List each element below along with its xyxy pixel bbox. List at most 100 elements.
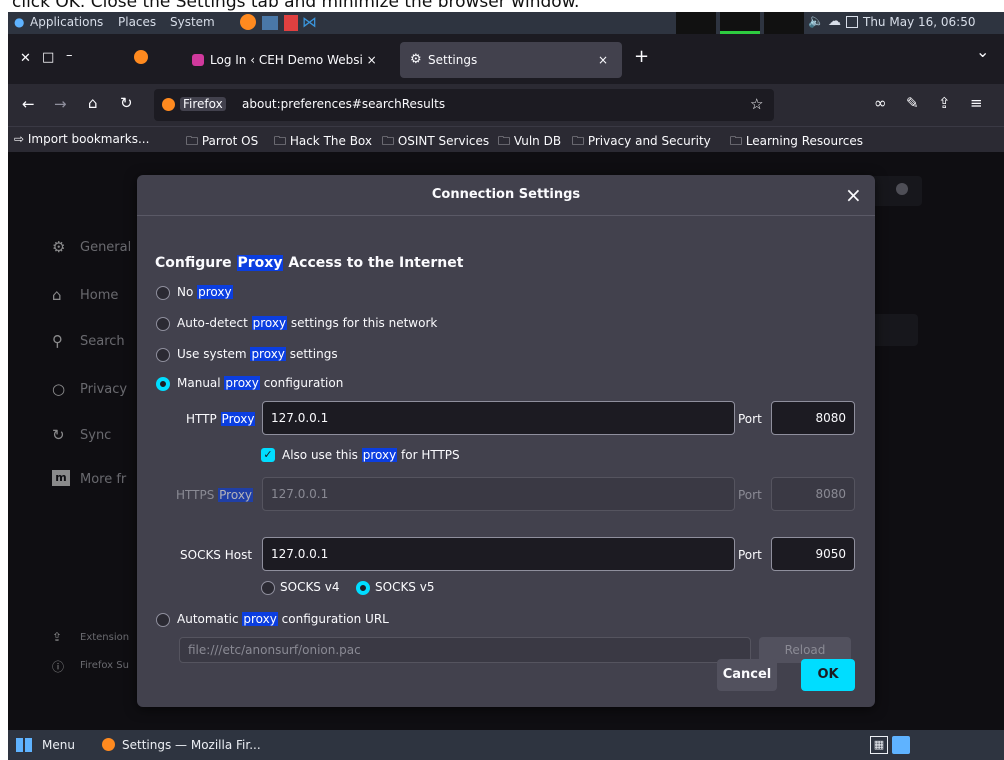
url-bar[interactable]: Firefox about:preferences#searchResults … [154,89,774,121]
firefox-view-icon[interactable] [134,50,148,64]
option-text: configuration [259,376,344,390]
option-highlight: proxy [224,376,260,390]
dialog-title: Connection Settings [431,187,581,202]
taskbar: Menu Settings — Mozilla Fir... ▦ [8,730,1004,760]
tab-bar: ✕ □ – Log In ‹ CEH Demo Websi × ⚙ Settin… [8,34,1004,84]
bookmark-star-icon[interactable]: ☆ [750,95,763,113]
instruction-text: click OK. Close the Settings tab and min… [12,0,580,12]
also-https-label: Also use this proxy for HTTPS [282,448,460,462]
firefox-launcher-icon[interactable] [240,14,256,30]
bookmark-osint[interactable]: 🗀 OSINT Services [382,132,489,153]
bookmark-label: Learning Resources [745,134,864,148]
bookmark-label: Hack The Box [289,134,373,148]
label-auto-detect: Auto-detect proxy settings for this netw… [177,316,437,330]
tab-login[interactable]: Log In ‹ CEH Demo Websi × [182,42,396,78]
taskbar-window-settings[interactable]: Settings — Mozilla Fir... [122,738,261,752]
option-highlight: proxy [250,347,286,361]
window-minimize-icon[interactable]: – [66,48,73,63]
option-text: Use system [177,347,251,361]
socks-host-input[interactable]: 127.0.0.1 [262,537,735,571]
cancel-button[interactable]: Cancel [717,659,777,691]
window-restore-icon[interactable]: □ [42,50,54,65]
volume-icon[interactable]: 🔈 [808,14,824,29]
label-manual-proxy: Manual proxy configuration [177,376,343,390]
tab-favicon-icon [192,54,204,66]
hamburger-menu-icon[interactable]: ≡ [970,94,983,112]
terminal-launcher-icon[interactable] [262,16,278,30]
menu-places[interactable]: Places [118,15,156,29]
tab-label: Log In ‹ CEH Demo Websi × [210,53,377,67]
display-icon[interactable] [846,16,858,28]
network-icon[interactable]: ☁ [828,14,841,29]
keyboard-layout-icon[interactable]: ▦ [870,736,888,754]
radio-no-proxy[interactable] [156,286,170,300]
vscode-launcher-icon[interactable]: ⋈ [302,13,317,31]
dialog-close-icon[interactable]: × [845,183,862,207]
label-highlight: Proxy [220,412,256,426]
menu-system[interactable]: System [170,15,215,29]
http-proxy-label: HTTP Proxy [186,412,256,426]
list-all-tabs-button[interactable]: ⌄ [976,42,989,61]
heading-text: Configure [155,255,237,271]
clock[interactable]: Thu May 16, 06:50 [863,15,975,29]
bookmark-label: Privacy and Security [587,134,711,148]
label-highlight: proxy [361,448,398,462]
radio-auto-config-url[interactable] [156,613,170,627]
bookmark-learning[interactable]: 🗀 Learning Resources [730,132,863,153]
label-text: for HTTPS [397,448,460,462]
option-highlight: proxy [197,285,233,299]
socks-port-input[interactable]: 9050 [771,537,855,571]
workspace-3[interactable] [764,12,804,34]
taskbar-menu-button[interactable]: Menu [42,738,75,752]
update-notifier-icon[interactable] [892,736,910,754]
forward-arrow-icon[interactable]: → [54,95,67,113]
bookmark-label: Vuln DB [513,134,562,148]
socks-host-label: SOCKS Host [180,548,253,562]
menu-applications[interactable]: Applications [30,15,103,29]
new-tab-button[interactable]: + [634,46,649,67]
bookmark-parrot-os[interactable]: 🗀 Parrot OS [186,132,258,153]
socks-port-label: Port [738,548,762,562]
label-socks-v5: SOCKS v5 [375,580,435,594]
label-text: HTTPS [176,488,215,502]
radio-system-proxy[interactable] [156,348,170,362]
firefox-identity-icon [162,98,175,111]
reload-icon[interactable]: ↻ [120,94,133,112]
label-text: Also use this [282,448,362,462]
bookmark-import[interactable]: ⇨ Import bookmarks... [14,132,149,146]
tab-close-icon[interactable]: × [598,42,608,78]
radio-socks-v5[interactable] [356,581,370,595]
workspace-2[interactable] [720,12,760,34]
identity-label: Firefox [180,97,226,111]
label-socks-v4: SOCKS v4 [280,580,340,594]
radio-manual-proxy[interactable] [156,377,170,391]
share-icon[interactable]: ⇪ [938,94,951,112]
ok-button[interactable]: OK [801,659,855,691]
home-icon[interactable]: ⌂ [88,94,98,112]
https-port-input[interactable]: 8080 [771,477,855,511]
proxy-heading: Configure Proxy Access to the Internet [155,255,463,271]
tools-icon[interactable]: ✎ [906,94,919,112]
parrot-logo-icon[interactable]: ● [14,15,24,29]
option-text: No [177,285,198,299]
also-https-checkbox[interactable]: ✓ [261,448,275,462]
window-close-icon[interactable]: ✕ [20,51,31,66]
workspace-1[interactable] [676,12,716,34]
radio-auto-detect[interactable] [156,317,170,331]
http-port-input[interactable]: 8080 [771,401,855,435]
menu-grid-icon[interactable] [16,738,32,752]
bookmark-hack-the-box[interactable]: 🗀 Hack The Box [274,132,372,153]
tab-settings[interactable]: ⚙ Settings × [400,42,622,78]
bookmark-vuln-db[interactable]: 🗀 Vuln DB [498,132,561,153]
https-proxy-input[interactable]: 127.0.0.1 [262,477,735,511]
back-arrow-icon[interactable]: ← [22,95,35,113]
editor-launcher-icon[interactable] [284,15,298,31]
http-port-label: Port [738,412,762,426]
extensions-icon[interactable]: ∞ [874,94,887,112]
auto-config-url-input[interactable]: file:///etc/anonsurf/onion.pac [179,637,751,663]
label-text: Automatic [177,612,243,626]
bookmark-privacy[interactable]: 🗀 Privacy and Security [572,132,711,153]
radio-socks-v4[interactable] [261,581,275,595]
heading-text: Access to the Internet [283,255,464,271]
http-proxy-input[interactable]: 127.0.0.1 [262,401,735,435]
